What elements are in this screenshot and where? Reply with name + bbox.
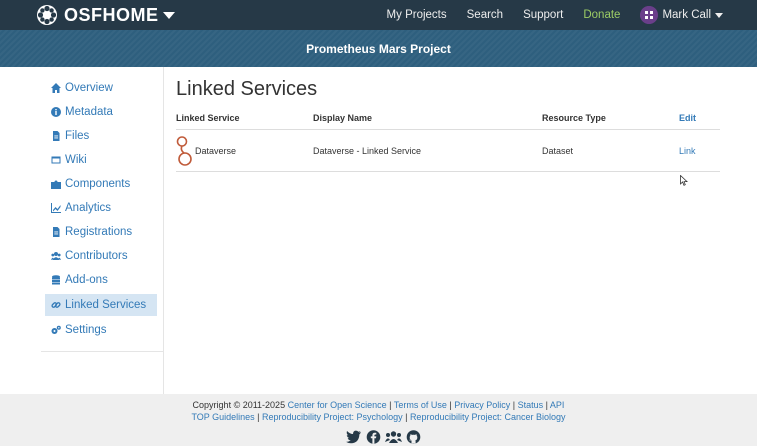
facebook-icon[interactable] xyxy=(365,430,382,444)
sidebar-item-files[interactable]: Files xyxy=(45,125,157,147)
dataverse-logo-icon xyxy=(176,136,192,166)
registration-icon xyxy=(53,227,60,237)
footer-link-top[interactable]: TOP Guidelines xyxy=(191,412,254,422)
sidebar-item-label: Analytics xyxy=(65,202,112,214)
sidebar-item-label: Settings xyxy=(65,324,107,336)
footer-link-cos[interactable]: Center for Open Science xyxy=(288,400,387,410)
sidebar-item-analytics[interactable]: Analytics xyxy=(45,197,157,219)
gears-icon xyxy=(51,325,61,334)
header-resource-type: Resource Type xyxy=(542,113,606,123)
header-linked-service: Linked Service xyxy=(176,113,240,123)
file-icon xyxy=(53,131,60,141)
sidebar-item-add-ons[interactable]: Add-ons xyxy=(45,269,157,291)
puzzle-icon xyxy=(51,180,61,189)
user-menu[interactable]: Mark Call xyxy=(640,6,723,24)
sidebar-item-overview[interactable]: Overview xyxy=(45,77,157,99)
top-navbar: OSFHOME My Projects Search Support Donat… xyxy=(0,0,757,30)
table-row: Dataverse Dataverse - Linked Service Dat… xyxy=(176,130,720,186)
footer-link-privacy[interactable]: Privacy Policy xyxy=(454,400,510,410)
cell-linked-service: Dataverse xyxy=(195,146,237,156)
home-icon xyxy=(51,83,61,93)
sidebar-item-linked-services[interactable]: Linked Services xyxy=(45,294,157,316)
avatar xyxy=(640,6,659,24)
page-footer: Copyright © 2011-2025 Center for Open Sc… xyxy=(0,394,757,446)
twitter-icon[interactable] xyxy=(345,430,362,444)
copyright-text: Copyright © 2011-2025 xyxy=(192,400,286,410)
link-icon xyxy=(51,302,61,308)
users-icon xyxy=(51,252,61,260)
sidebar-item-label: Wiki xyxy=(65,154,87,166)
info-icon xyxy=(51,107,61,117)
brand-dropdown-icon[interactable] xyxy=(162,11,175,19)
footer-line-1: Copyright © 2011-2025 Center for Open Sc… xyxy=(192,400,565,410)
osf-logo-icon xyxy=(37,5,57,25)
sidebar-item-settings[interactable]: Settings xyxy=(45,319,157,341)
footer-line-2: TOP Guidelines | Reproducibility Project… xyxy=(191,412,566,422)
brand-text: OSFHOME xyxy=(64,4,159,25)
database-icon xyxy=(52,275,60,285)
footer-link-api[interactable]: API xyxy=(550,400,565,410)
sidebar-item-label: Components xyxy=(65,178,131,190)
nav-support[interactable]: Support xyxy=(523,9,563,21)
sidebar-item-wiki[interactable]: Wiki xyxy=(45,149,157,171)
sidebar-item-label: Files xyxy=(65,130,90,142)
github-icon[interactable] xyxy=(405,430,422,444)
sidebar-item-label: Add-ons xyxy=(65,274,108,286)
table-header: Linked Service Display Name Resource Typ… xyxy=(176,108,720,130)
nav-search[interactable]: Search xyxy=(467,9,503,21)
mouse-cursor-icon xyxy=(680,175,688,186)
sidebar-item-registrations[interactable]: Registrations xyxy=(45,221,157,243)
group-icon[interactable] xyxy=(385,430,402,444)
nav-my-projects[interactable]: My Projects xyxy=(387,9,447,21)
footer-link-rpcb[interactable]: Reproducibility Project: Cancer Biology xyxy=(410,412,566,422)
brand-home-link[interactable]: OSFHOME xyxy=(36,4,175,26)
social-links xyxy=(345,430,422,444)
header-display-name: Display Name xyxy=(313,113,373,123)
sidebar-item-components[interactable]: Components xyxy=(45,173,157,195)
sidebar-item-label: Overview xyxy=(65,82,113,94)
sidebar-item-label: Contributors xyxy=(65,250,128,262)
footer-link-rpp[interactable]: Reproducibility Project: Psychology xyxy=(262,412,403,422)
header-edit: Edit xyxy=(679,113,696,123)
link-button[interactable]: Link xyxy=(679,146,696,156)
chart-icon xyxy=(51,203,61,213)
user-name: Mark Call xyxy=(662,9,711,21)
sidebar-divider xyxy=(163,67,164,394)
project-header: Prometheus Mars Project xyxy=(0,30,757,67)
sidebar-item-label: Linked Services xyxy=(65,299,147,311)
sidebar-item-contributors[interactable]: Contributors xyxy=(45,245,157,267)
sidebar-item-metadata[interactable]: Metadata xyxy=(45,101,157,123)
sidebar-item-label: Metadata xyxy=(65,106,113,118)
wiki-icon xyxy=(51,156,61,164)
nav-donate[interactable]: Donate xyxy=(583,9,620,21)
footer-link-terms[interactable]: Terms of Use xyxy=(394,400,447,410)
page-title: Linked Services xyxy=(176,78,318,100)
linked-services-table: Linked Service Display Name Resource Typ… xyxy=(176,108,720,186)
project-sidebar: Overview Metadata Files Wiki Components … xyxy=(41,75,163,352)
cell-resource-type: Dataset xyxy=(542,146,574,156)
sidebar-item-label: Registrations xyxy=(65,226,133,238)
project-title[interactable]: Prometheus Mars Project xyxy=(306,42,451,56)
cell-display-name: Dataverse - Linked Service xyxy=(313,146,422,156)
user-dropdown-icon xyxy=(715,12,723,18)
footer-link-status[interactable]: Status xyxy=(518,400,544,410)
